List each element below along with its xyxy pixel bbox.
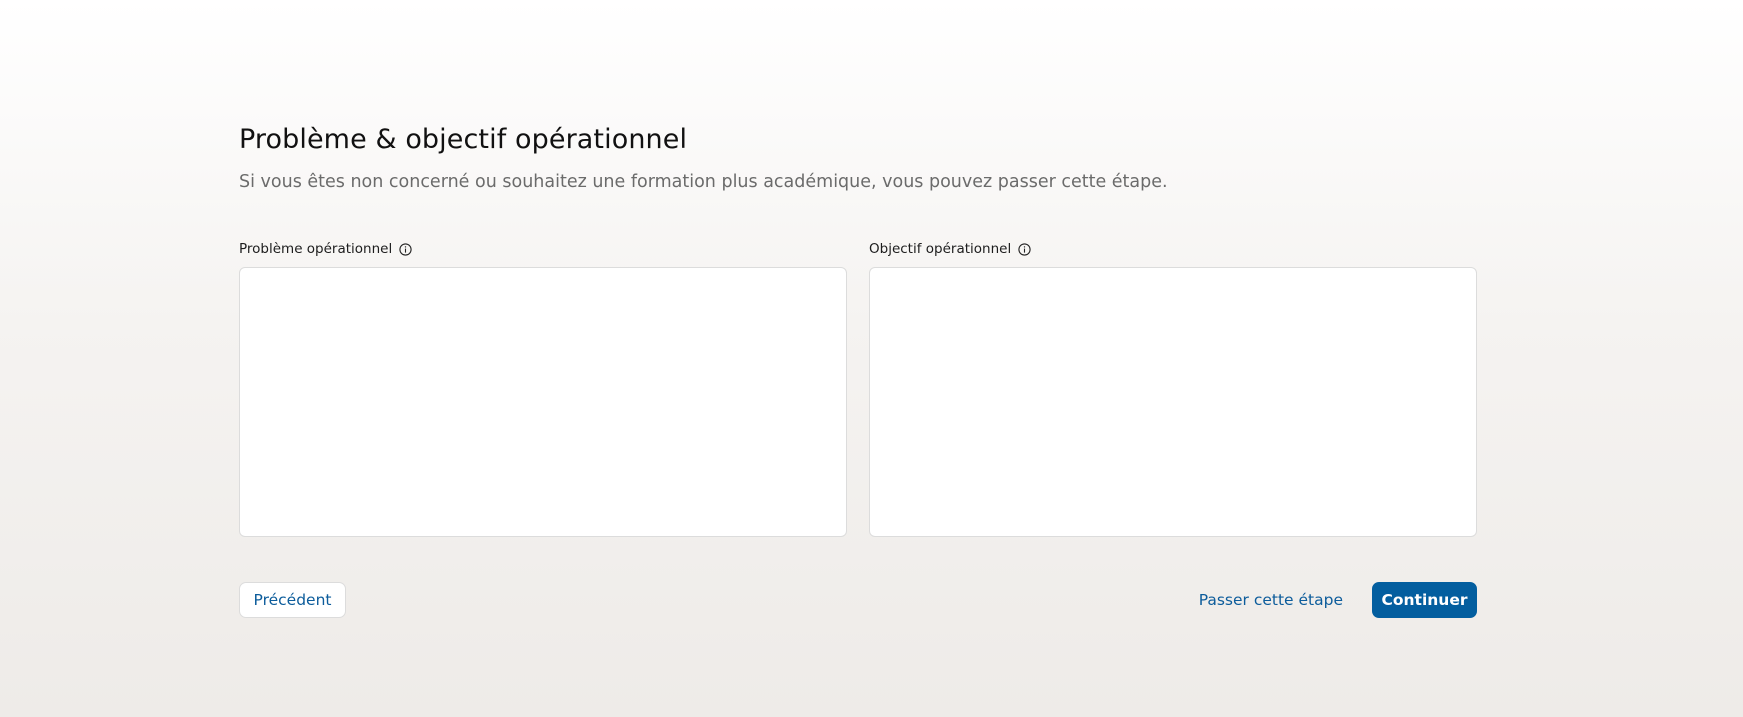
previous-button[interactable]: Précédent xyxy=(239,582,346,618)
field-objectif-operationnel: Objectif opérationnel xyxy=(869,240,1477,537)
page-title: Problème & objectif opérationnel xyxy=(239,124,688,155)
continue-button[interactable]: Continuer xyxy=(1372,582,1477,618)
field-label-row: Objectif opérationnel xyxy=(869,240,1477,258)
field-probleme-operationnel: Problème opérationnel xyxy=(239,240,847,537)
step-page: Problème & objectif opérationnel Si vous… xyxy=(239,0,1477,717)
objectif-operationnel-textarea[interactable] xyxy=(869,267,1477,537)
page-subtitle: Si vous êtes non concerné ou souhaitez u… xyxy=(239,172,1168,192)
field-label: Problème opérationnel xyxy=(239,241,393,257)
skip-step-button[interactable]: Passer cette étape xyxy=(1195,582,1347,618)
info-icon[interactable] xyxy=(1018,242,1031,256)
form-actions: Précédent Passer cette étape Continuer xyxy=(239,582,1477,618)
field-label: Objectif opérationnel xyxy=(869,241,1012,257)
info-icon[interactable] xyxy=(399,242,412,256)
field-label-row: Problème opérationnel xyxy=(239,240,847,258)
probleme-operationnel-textarea[interactable] xyxy=(239,267,847,537)
